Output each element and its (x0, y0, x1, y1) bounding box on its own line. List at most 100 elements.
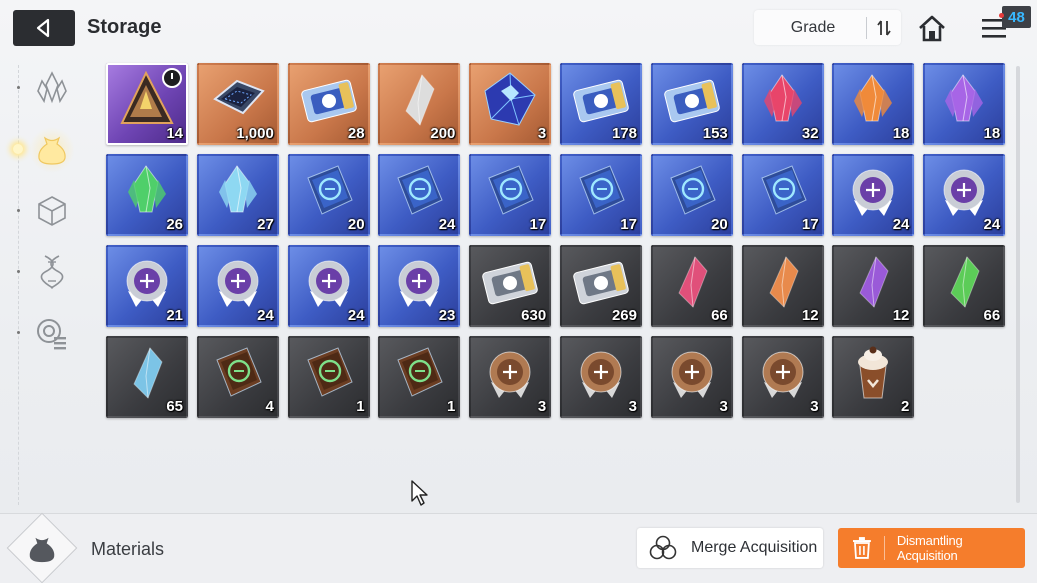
item-slot[interactable]: 2 (832, 336, 915, 418)
item-slot[interactable]: 24 (378, 154, 461, 236)
item-quantity: 17 (801, 216, 819, 233)
item-slot[interactable]: 27 (196, 154, 279, 236)
item-slot[interactable]: 200 (378, 63, 461, 145)
merge-acquisition-button[interactable]: Merge Acquisition (637, 528, 823, 568)
bronze-eye-manual-icon (306, 347, 353, 397)
item-quantity: 18 (892, 125, 910, 142)
home-button[interactable] (915, 11, 949, 45)
bolt-manual-icon (670, 165, 716, 215)
item-slot[interactable]: 18 (832, 63, 915, 145)
item-slot[interactable]: 26 (106, 154, 188, 236)
home-icon (919, 15, 945, 42)
pouch-icon (38, 136, 66, 165)
sort-dropdown[interactable]: Grade (754, 10, 901, 45)
item-slot[interactable]: 3 (559, 336, 642, 418)
wing-manual-icon (579, 165, 625, 215)
item-quantity: 24 (892, 216, 910, 233)
item-quantity: 66 (983, 307, 1001, 324)
item-slot[interactable]: 4 (196, 336, 279, 418)
item-slot[interactable]: 23 (378, 245, 461, 327)
item-quantity: 1,000 (236, 125, 274, 142)
item-quantity: 4 (265, 398, 274, 415)
item-quantity: 20 (347, 216, 365, 233)
item-quantity: 1 (447, 398, 456, 415)
blue-cube-crystal-icon (484, 72, 536, 126)
scrollbar[interactable] (1016, 66, 1020, 503)
item-quantity: 20 (711, 216, 728, 233)
target-list-icon (37, 319, 66, 350)
item-quantity: 153 (702, 125, 728, 142)
item-slot[interactable]: 3 (469, 63, 552, 145)
item-quantity: 26 (166, 216, 183, 233)
item-slot[interactable]: 178 (559, 63, 642, 145)
item-slot[interactable]: 32 (741, 63, 824, 145)
dismantling-acquisition-button[interactable]: Dismantling Acquisition (838, 528, 1025, 568)
item-slot[interactable]: 20 (650, 154, 733, 236)
eye-badge-icon (126, 260, 168, 307)
item-quantity: 178 (611, 125, 637, 142)
sidebar-item-records[interactable] (17, 311, 74, 355)
dna-icon (40, 255, 64, 289)
silver-compass-ticket-icon (573, 261, 629, 305)
violet-crystal-icon (945, 74, 984, 122)
item-slot[interactable]: 269 (559, 245, 642, 327)
pink-shard-icon (678, 256, 708, 308)
mouse-cursor-icon (411, 480, 428, 506)
item-slot[interactable]: 17 (741, 154, 824, 236)
item-slot[interactable]: 65 (106, 336, 188, 418)
item-slot[interactable]: 12 (832, 245, 915, 327)
globe-badge-icon (398, 260, 440, 307)
sidebar-item-crystals[interactable] (17, 66, 74, 110)
amber-shard-icon (768, 256, 799, 308)
item-quantity: 3 (810, 398, 819, 415)
item-slot[interactable]: 18 (923, 63, 1006, 145)
purple-shard-icon (859, 256, 889, 308)
item-quantity: 17 (620, 216, 637, 233)
bronze-wing-manual-icon (397, 347, 444, 397)
red-crystal-icon (763, 74, 802, 122)
back-button[interactable] (13, 10, 75, 46)
item-slot[interactable]: 66 (923, 245, 1006, 327)
cube-icon (38, 196, 66, 226)
globe-manual-icon (760, 165, 807, 215)
item-slot[interactable]: 3 (741, 336, 824, 418)
bronze-bolt-badge-icon (762, 351, 804, 398)
gold-shards-icon (405, 74, 435, 126)
item-slot[interactable]: 1,000 (196, 63, 279, 145)
sidebar-item-materials[interactable] (13, 127, 75, 173)
eye-manual-icon (488, 165, 534, 215)
merge-acquisition-label: Merge Acquisition (691, 539, 818, 556)
compass-ticket-icon (664, 79, 720, 123)
page-title: Storage (87, 16, 162, 38)
item-slot[interactable]: 17 (559, 154, 642, 236)
item-slot[interactable]: 28 (287, 63, 370, 145)
shield-badge-icon (943, 169, 985, 216)
item-slot[interactable]: 1 (287, 336, 370, 418)
item-slot[interactable]: 24 (287, 245, 370, 327)
item-quantity: 21 (166, 307, 183, 324)
item-slot[interactable]: 66 (650, 245, 733, 327)
item-quantity: 32 (801, 125, 819, 142)
item-slot[interactable]: 153 (650, 63, 733, 145)
item-quantity: 200 (430, 125, 456, 142)
item-slot[interactable]: 12 (741, 245, 824, 327)
item-slot[interactable]: 20 (287, 154, 370, 236)
sidebar-item-boxes[interactable] (17, 189, 74, 233)
item-slot[interactable]: 1 (378, 336, 461, 418)
item-quantity: 66 (711, 307, 728, 324)
item-slot[interactable]: 24 (832, 154, 915, 236)
sort-order-icon[interactable] (867, 10, 901, 45)
item-slot[interactable]: 3 (650, 336, 733, 418)
item-slot[interactable]: 21 (106, 245, 188, 327)
item-slot[interactable]: 24 (923, 154, 1006, 236)
item-slot[interactable]: 630 (469, 245, 552, 327)
item-quantity: 3 (628, 398, 637, 415)
sidebar-item-genes[interactable] (17, 250, 74, 294)
item-slot[interactable]: 17 (469, 154, 552, 236)
item-slot[interactable]: 14 (106, 63, 188, 145)
gold-ticket-icon (300, 79, 357, 123)
notification-badge: 48 (999, 6, 1031, 28)
item-slot[interactable]: 24 (196, 245, 279, 327)
item-slot[interactable]: 3 (469, 336, 552, 418)
item-quantity: 27 (257, 216, 274, 233)
